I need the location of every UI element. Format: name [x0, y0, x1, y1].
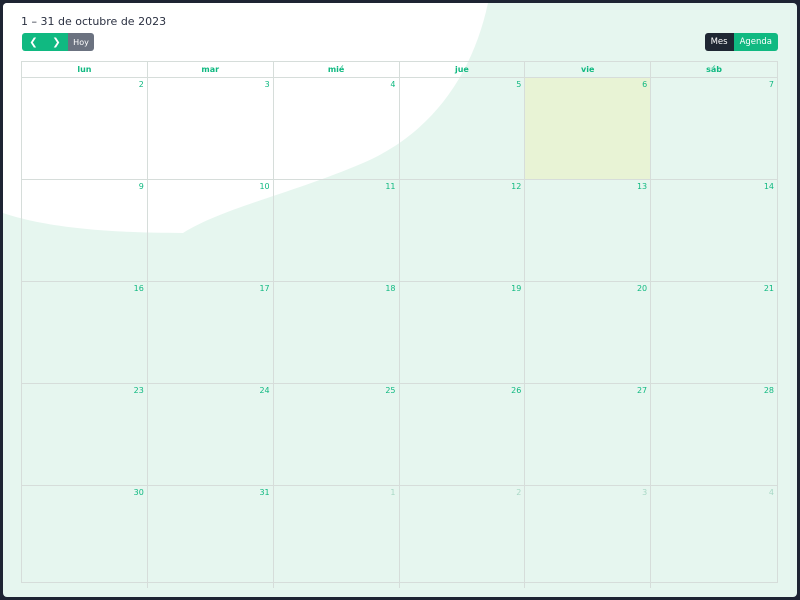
day-cell[interactable]: 12: [399, 180, 526, 282]
day-cell[interactable]: 30: [22, 486, 148, 588]
weekday-jue: jue: [400, 62, 526, 77]
today-button[interactable]: Hoy: [68, 33, 94, 51]
day-cell[interactable]: 4: [273, 78, 400, 180]
weekday-vie: vie: [525, 62, 652, 77]
day-number: 21: [763, 284, 774, 293]
day-cell[interactable]: 16: [22, 282, 148, 384]
agenda-view-button[interactable]: Agenda: [733, 33, 778, 51]
chevron-left-icon: ❮: [29, 36, 38, 48]
weekday-header: lun mar mié jue vie sáb: [22, 62, 777, 78]
day-cell[interactable]: 3: [525, 486, 652, 588]
day-cell[interactable]: 28: [651, 384, 777, 486]
day-cell[interactable]: 10: [147, 180, 274, 282]
day-number: 9: [138, 182, 144, 191]
day-number: 25: [385, 386, 396, 395]
weekday-sab: sáb: [706, 65, 723, 74]
chevron-right-icon: ❯: [52, 36, 61, 48]
day-cell[interactable]: 24: [147, 384, 274, 486]
day-cell[interactable]: 1: [274, 486, 400, 588]
weekday-lun: lun: [22, 62, 148, 77]
day-number: 23: [133, 386, 144, 395]
day-cell-today[interactable]: 6: [525, 78, 652, 180]
day-cell[interactable]: 31: [148, 486, 274, 588]
day-cell[interactable]: 20: [525, 282, 652, 384]
day-number: 4: [768, 488, 774, 497]
day-number: 24: [259, 386, 270, 395]
weekday-mar: mar: [148, 62, 274, 77]
day-cell[interactable]: 7: [651, 78, 777, 180]
month-calendar: lun mar mié jue vie sáb 2 3 4 5 6 7 9 10 11 12 13 1…: [21, 61, 778, 588]
day-cell[interactable]: 23: [22, 384, 148, 486]
day-number: 1: [390, 488, 396, 497]
day-number: 4: [390, 80, 396, 89]
calendar-app-frame: 1 – 31 de octubre de 2023 ❮ ❯ Hoy Mes Ag…: [3, 3, 797, 597]
day-number: 18: [385, 284, 396, 293]
day-cell[interactable]: 4: [651, 486, 777, 588]
day-number: 17: [259, 284, 270, 293]
day-cell[interactable]: 13: [525, 180, 652, 282]
day-number: 28: [763, 386, 774, 395]
weekday-mie: mié: [274, 62, 400, 77]
day-cell[interactable]: 2: [400, 486, 526, 588]
day-number: 2: [516, 488, 522, 497]
day-number: 26: [511, 386, 522, 395]
month-view-button[interactable]: Mes: [704, 33, 734, 51]
day-number: 16: [133, 284, 144, 293]
day-number: 19: [511, 284, 522, 293]
day-cell[interactable]: 11: [273, 180, 400, 282]
day-cell[interactable]: 17: [147, 282, 274, 384]
day-number: 20: [636, 284, 648, 293]
day-cell[interactable]: 14: [651, 180, 777, 282]
day-cell[interactable]: 27: [525, 384, 652, 486]
day-cell[interactable]: 5: [399, 78, 526, 180]
day-number: 3: [264, 80, 270, 89]
day-number: 27: [636, 386, 648, 395]
day-number: 30: [133, 488, 144, 497]
day-number: 13: [636, 182, 648, 191]
day-number: 6: [642, 80, 648, 89]
day-cell[interactable]: 18: [273, 282, 400, 384]
day-cell[interactable]: 9: [22, 180, 148, 282]
view-switch: Mes Agenda: [704, 33, 778, 51]
day-number: 10: [259, 182, 270, 191]
day-cell[interactable]: 26: [399, 384, 526, 486]
page-title: 1 – 31 de octubre de 2023: [21, 15, 167, 28]
day-cell[interactable]: 3: [147, 78, 274, 180]
day-number: 5: [516, 80, 522, 89]
prev-button[interactable]: ❮: [22, 33, 45, 51]
next-button[interactable]: ❯: [45, 33, 68, 51]
day-cell[interactable]: 21: [651, 282, 777, 384]
day-number: 3: [642, 488, 648, 497]
navigation-controls: ❮ ❯ Hoy: [22, 33, 94, 51]
day-number: 11: [385, 182, 396, 191]
day-number: 31: [259, 488, 270, 497]
day-grid: 2 3 4 5 6 7 9 10 11 12 13 14 16 17 18 19 20 21 23 24 25 26 27 2…: [22, 78, 777, 588]
day-number: 7: [768, 80, 774, 89]
day-number: 2: [138, 80, 144, 89]
day-number: 14: [763, 182, 774, 191]
day-cell[interactable]: 19: [399, 282, 526, 384]
day-number: 12: [511, 182, 522, 191]
day-cell[interactable]: 2: [22, 78, 148, 180]
day-cell[interactable]: 25: [273, 384, 400, 486]
